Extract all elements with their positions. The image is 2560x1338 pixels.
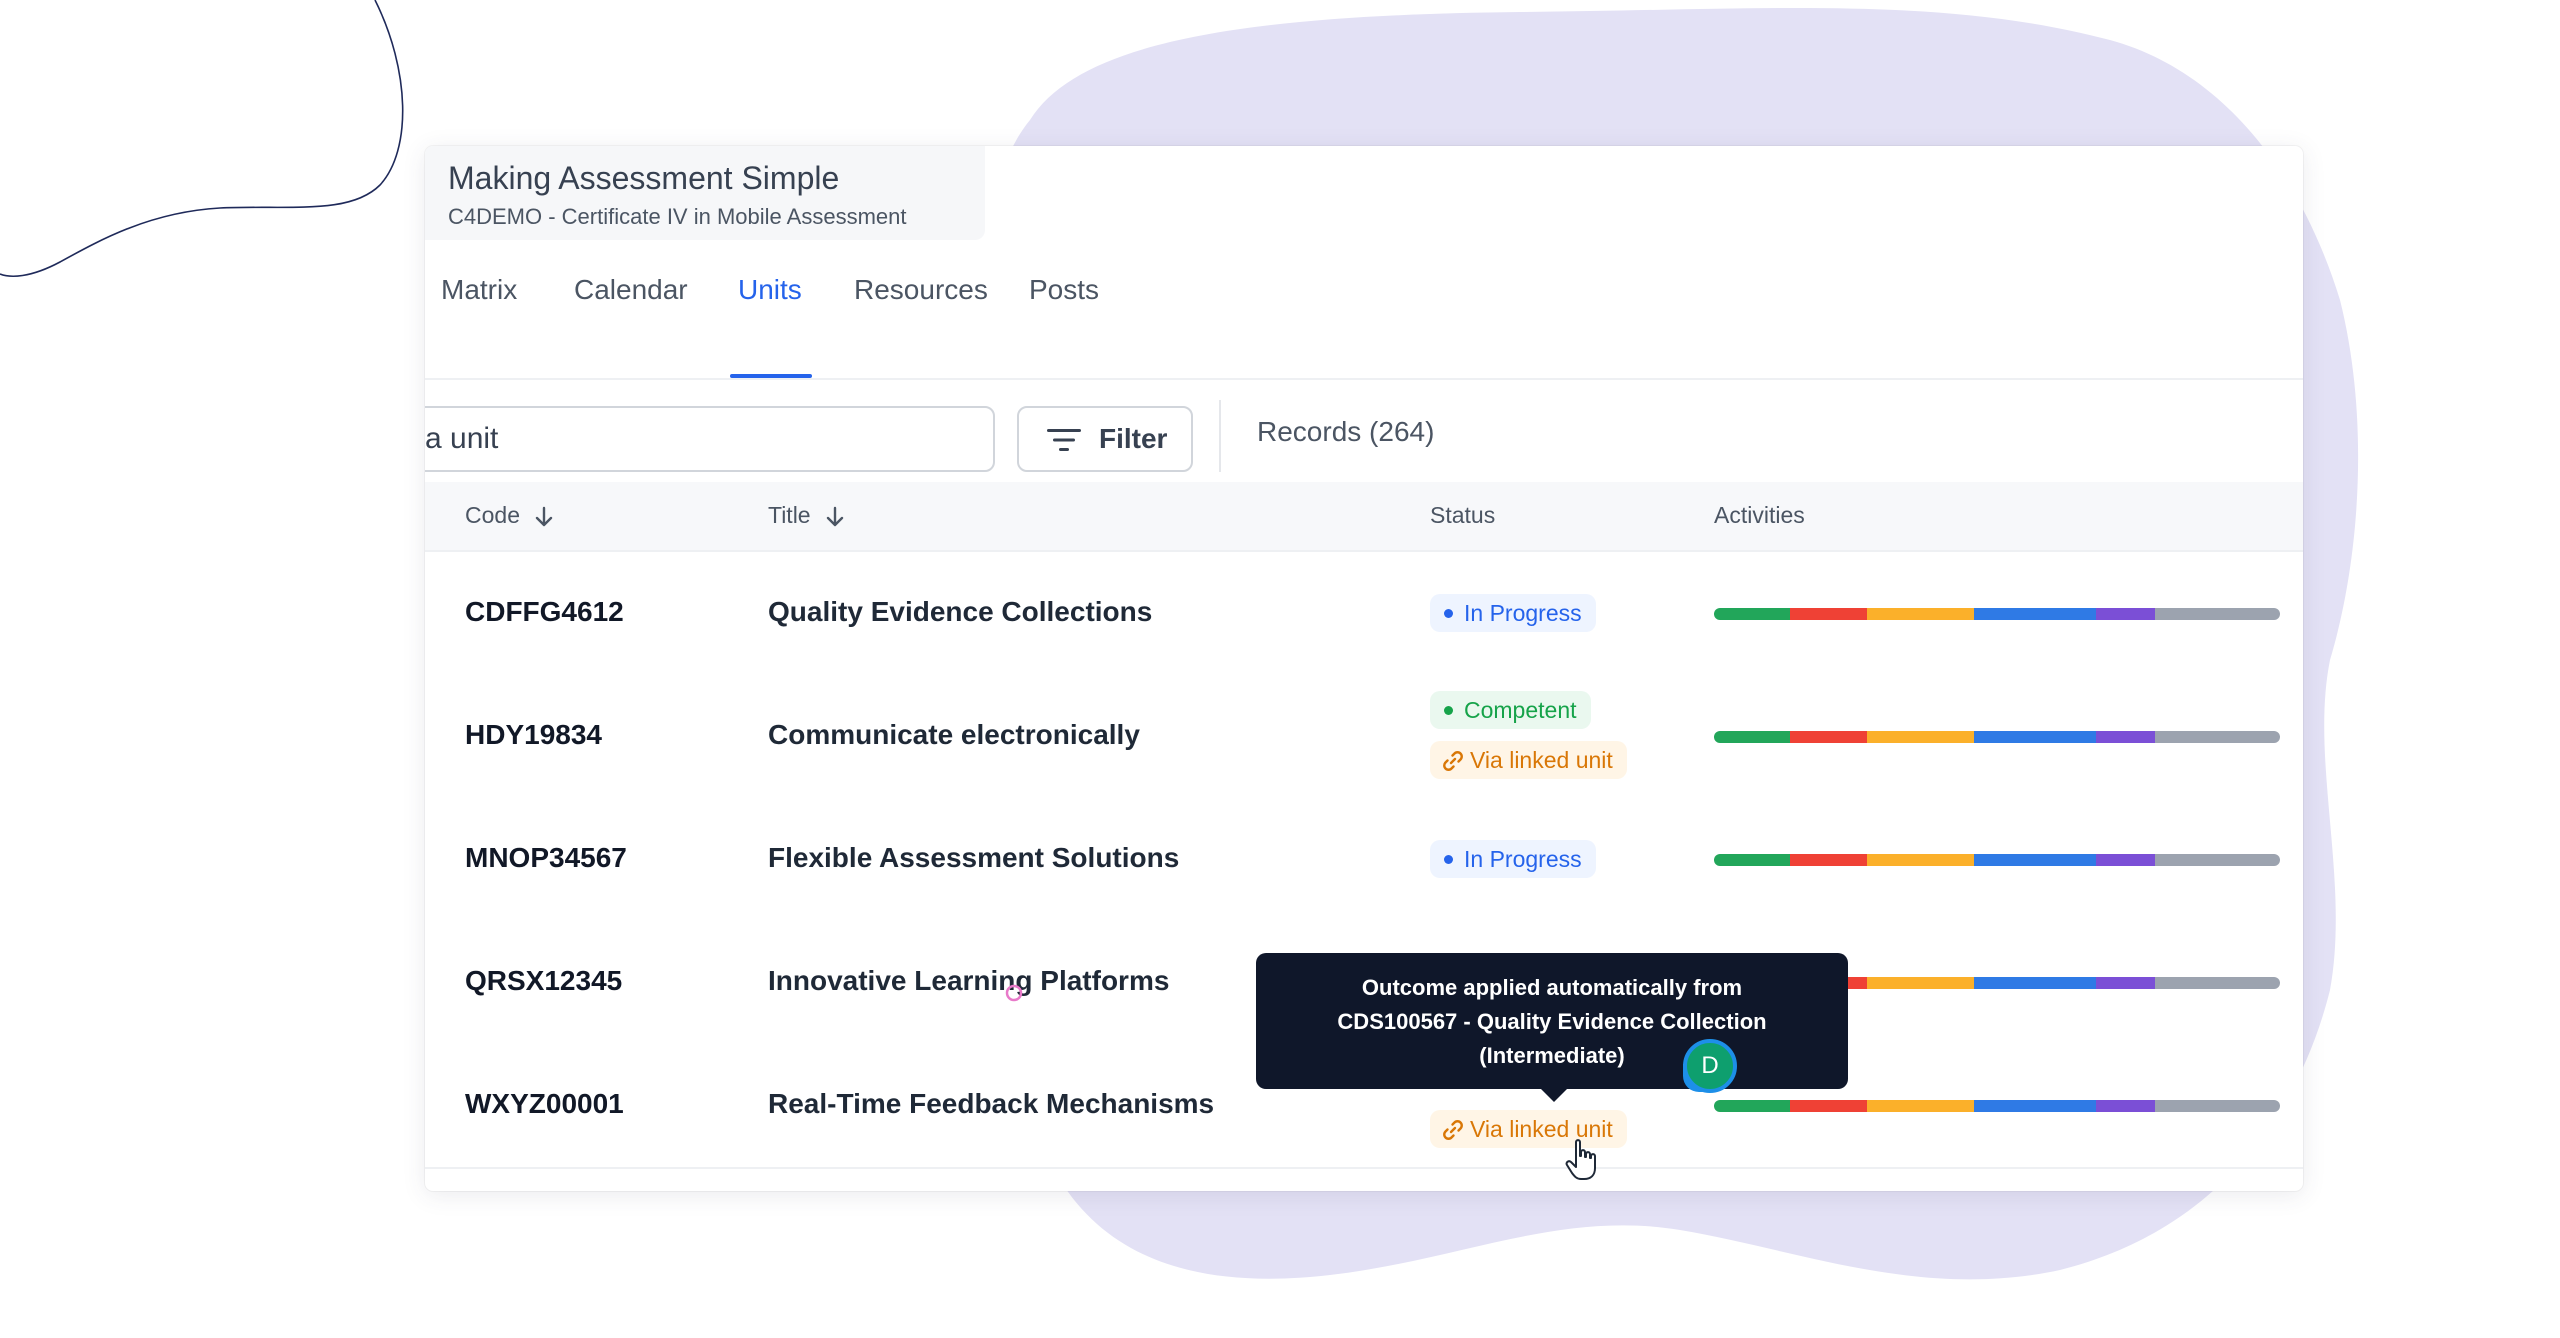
status-label: In Progress: [1464, 846, 1582, 872]
activity-segment: [2096, 731, 2156, 743]
activity-segment: [1974, 731, 2097, 743]
activity-progress-bar: [1714, 731, 2280, 743]
toolbar-divider: [1219, 400, 1221, 472]
tab-posts[interactable]: Posts: [1029, 274, 1099, 306]
activity-segment: [2155, 608, 2280, 620]
unit-code: QRSX12345: [465, 965, 623, 996]
activity-segment: [1790, 608, 1867, 620]
unit-title[interactable]: Real-Time Feedback Mechanisms: [768, 1088, 1214, 1120]
activity-segment: [1866, 854, 1975, 866]
search-box[interactable]: [425, 406, 995, 472]
link-icon: [1443, 1120, 1463, 1140]
activity-segment: [1790, 731, 1867, 743]
unit-title[interactable]: Innovative Learning Platforms: [768, 965, 1169, 997]
activity-segment: [1866, 1100, 1975, 1112]
column-code-label: Code: [465, 502, 520, 528]
linked-unit-badge[interactable]: Via linked unit: [1430, 741, 1627, 779]
tooltip-line-2: CDS100567 - Quality Evidence Collection: [1337, 1009, 1767, 1034]
activity-segment: [1714, 608, 1791, 620]
table-header: Code Title Status Activities: [425, 482, 2303, 552]
tab-matrix[interactable]: Matrix: [441, 274, 517, 306]
active-tab-indicator: [730, 374, 812, 378]
activity-segment: [1974, 1100, 2097, 1112]
activity-segment: [1866, 977, 1975, 989]
activity-segment: [2155, 1100, 2280, 1112]
activity-segment: [1790, 854, 1867, 866]
status-badge: In Progress: [1430, 840, 1596, 878]
linked-unit-label: Via linked unit: [1470, 747, 1613, 773]
column-status-header: Status: [1430, 502, 1496, 528]
tab-calendar[interactable]: Calendar: [574, 274, 688, 306]
unit-code: MNOP34567: [465, 842, 627, 873]
tab-resources[interactable]: Resources: [854, 274, 988, 306]
table-row[interactable]: MNOP34567 Flexible Assessment Solutions …: [425, 798, 2303, 923]
activity-progress-bar: [1714, 608, 2280, 620]
avatar[interactable]: D: [1683, 1039, 1737, 1093]
toolbar: Filter Records (264): [425, 382, 2303, 482]
unit-title[interactable]: Flexible Assessment Solutions: [768, 842, 1179, 874]
status-dot-icon: [1444, 855, 1453, 864]
course-header: Making Assessment Simple C4DEMO - Certif…: [425, 146, 985, 240]
column-code-header[interactable]: Code: [465, 502, 554, 529]
column-title-label: Title: [768, 502, 811, 528]
search-input[interactable]: [425, 408, 993, 470]
unit-code: CDFFG4612: [465, 596, 624, 627]
activity-segment: [1790, 1100, 1867, 1112]
activity-segment: [2155, 731, 2280, 743]
status-dot-icon: [1444, 609, 1453, 618]
activity-segment: [1866, 608, 1975, 620]
page-title: Making Assessment Simple: [448, 160, 840, 196]
table-row[interactable]: CDFFG4612 Quality Evidence Collections I…: [425, 552, 2303, 677]
records-count: Records (264): [1257, 416, 1435, 447]
status-dot-icon: [1444, 706, 1453, 715]
activity-progress-bar: [1714, 854, 2280, 866]
status-label: Competent: [1464, 697, 1577, 723]
linked-unit-tooltip: Outcome applied automatically from CDS10…: [1256, 953, 1848, 1089]
status-badge: In Progress: [1430, 594, 1596, 632]
tooltip-line-1: Outcome applied automatically from: [1361, 975, 1743, 1000]
sort-arrow-down-icon: [826, 506, 844, 527]
activity-segment: [2096, 608, 2156, 620]
activity-segment: [2155, 854, 2280, 866]
outline-curve: [0, 0, 404, 278]
unit-code: HDY19834: [465, 719, 602, 750]
activity-segment: [1974, 854, 2097, 866]
activity-segment: [1714, 854, 1791, 866]
column-activities-header: Activities: [1714, 502, 1805, 528]
status-label: In Progress: [1464, 600, 1582, 626]
activity-segment: [2096, 854, 2156, 866]
sort-arrow-down-icon: [536, 506, 553, 527]
hand-pointer-cursor-icon: [1565, 1139, 1596, 1180]
table-row[interactable]: HDY19834 Communicate electronically Comp…: [425, 675, 2303, 800]
link-icon: [1443, 751, 1463, 771]
activity-segment: [1714, 731, 1791, 743]
activity-segment: [2096, 1100, 2156, 1112]
unit-title[interactable]: Communicate electronically: [768, 719, 1140, 751]
tooltip-line-3: (Intermediate): [1479, 1043, 1625, 1068]
activity-segment: [2155, 977, 2280, 989]
tab-units[interactable]: Units: [738, 274, 802, 306]
filter-button[interactable]: Filter: [1017, 406, 1193, 472]
unit-code: WXYZ00001: [465, 1088, 624, 1119]
activity-segment: [1974, 977, 2097, 989]
activity-segment: [1974, 608, 2097, 620]
click-indicator-icon: [1005, 984, 1023, 1002]
unit-title[interactable]: Quality Evidence Collections: [768, 596, 1152, 628]
activity-segment: [1714, 1100, 1791, 1112]
status-badge: Competent: [1430, 691, 1591, 729]
activity-progress-bar: [1714, 1100, 2280, 1112]
course-subtitle: C4DEMO - Certificate IV in Mobile Assess…: [448, 204, 907, 229]
filter-icon: [1047, 429, 1081, 451]
activity-segment: [1866, 731, 1975, 743]
tab-bar: Matrix Calendar Units Resources Posts: [425, 246, 2303, 380]
activity-segment: [2096, 977, 2156, 989]
filter-label: Filter: [1099, 423, 1168, 454]
tooltip-arrow: [1540, 1088, 1568, 1102]
column-title-header[interactable]: Title: [768, 502, 845, 529]
